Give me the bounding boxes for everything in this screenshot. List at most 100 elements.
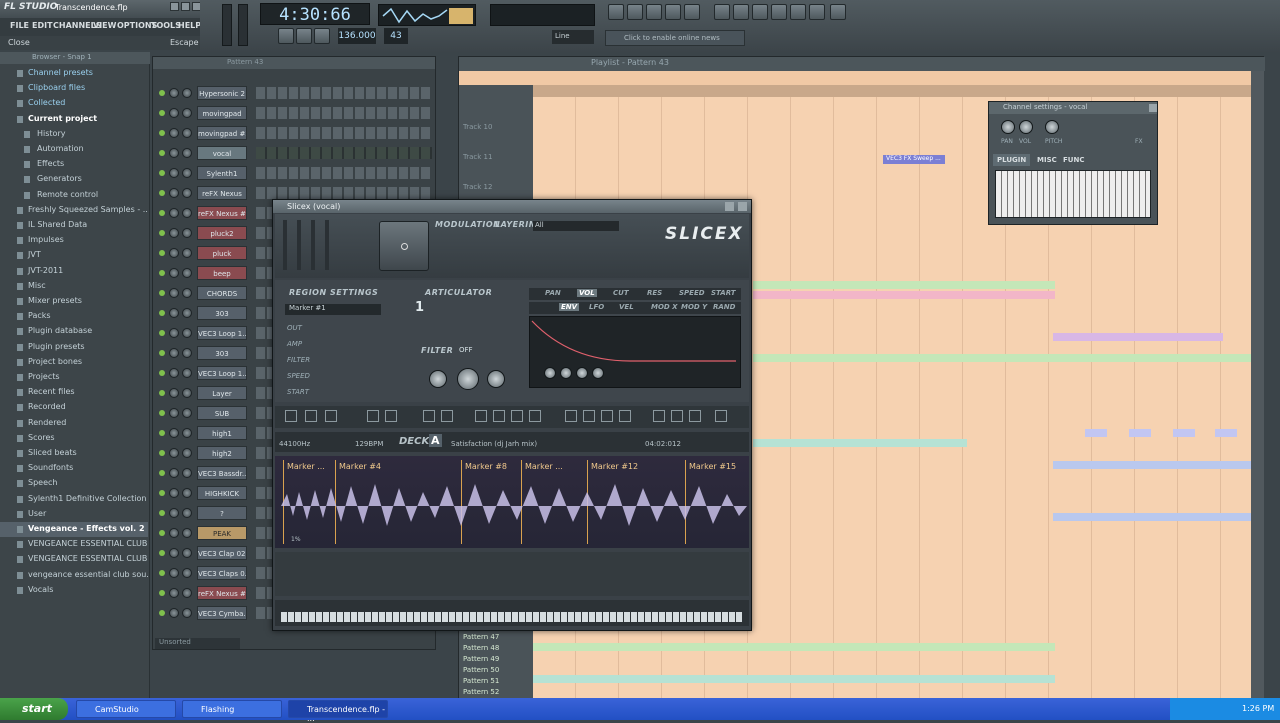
channel-volume-knob[interactable] [182,168,192,178]
browser-item[interactable]: History [0,127,148,142]
deck-selector[interactable]: A [429,434,442,447]
normalize-icon[interactable] [653,410,665,422]
menu-icon[interactable] [367,410,379,422]
channel-volume-knob[interactable] [182,408,192,418]
help-icon[interactable] [830,4,846,20]
channel-pan-knob[interactable] [169,168,179,178]
filter-state[interactable]: OFF [459,346,473,354]
taskbar-item-fl-studio[interactable]: Transcendence.flp - ... [288,700,388,723]
channel-button[interactable]: PEAK [197,526,247,540]
menu-edit[interactable]: EDIT [32,21,53,30]
master-volume-slider[interactable] [222,4,232,46]
channel-button[interactable]: Layer [197,386,247,400]
playlist-clip[interactable] [753,281,1055,289]
menu-file[interactable]: FILE [10,21,29,30]
channel-pan-knob[interactable] [169,328,179,338]
channel-button[interactable]: beep [197,266,247,280]
channel-button[interactable]: movingpad [197,106,247,120]
channel-mute-led[interactable] [159,390,165,396]
channel-button[interactable]: CHORDS [197,286,247,300]
mixer-view-button[interactable] [684,4,700,20]
playlist-clip[interactable]: VEC3 FX Sweep ... [883,155,945,164]
browser-item[interactable]: Speech [0,476,148,491]
refresh-icon[interactable] [714,4,730,20]
pan-knob[interactable] [1001,120,1015,134]
channel-volume-knob[interactable] [182,308,192,318]
browser-item[interactable]: JVT [0,248,148,263]
layering-select[interactable]: All [533,221,619,231]
channel-volume-knob[interactable] [182,188,192,198]
browser-item[interactable]: Vocals [0,583,148,598]
channel-mute-led[interactable] [159,90,165,96]
channel-button[interactable]: VEC3 Claps 0... [197,566,247,580]
slicex-keyboard[interactable] [275,600,749,626]
export-icon[interactable] [715,410,727,422]
text-icon[interactable] [583,410,595,422]
channel-mute-led[interactable] [159,210,165,216]
waveform-editor[interactable]: Marker ... Marker #4 Marker #8 Marker ..… [275,456,749,548]
minimize-icon[interactable] [725,202,734,211]
playlist-clip[interactable] [1129,429,1151,437]
channel-button[interactable]: VEC3 Bassdr... [197,466,247,480]
channel-pan-knob[interactable] [169,388,179,398]
tab-speed[interactable]: SPEED [679,289,705,297]
browser-item[interactable]: VENGEANCE ESSENTIAL CLUB... [0,552,148,567]
channel-volume-knob[interactable] [182,208,192,218]
step-buttons[interactable] [256,127,432,139]
playlist-clip[interactable] [1173,429,1195,437]
tab-lfo[interactable]: LFO [589,303,604,311]
channel-button[interactable]: 303 [197,306,247,320]
articulator-number[interactable]: 1 [415,300,424,315]
track-label[interactable]: Track 12 [463,183,492,191]
channel-button[interactable]: SUB [197,406,247,420]
step-buttons[interactable] [256,107,432,119]
plugin-icon[interactable] [790,4,806,20]
marker-label[interactable]: Marker ... [287,462,325,471]
wave-icon[interactable] [689,410,701,422]
channel-filter-select[interactable]: Unsorted [155,638,240,649]
marker-label[interactable]: Marker #12 [591,462,638,471]
pattern-number[interactable]: 43 [384,28,408,44]
mini-piano-keyboard[interactable] [995,170,1151,218]
channel-volume-knob[interactable] [182,368,192,378]
browser-item[interactable]: Sliced beats [0,446,148,461]
browser-item[interactable]: Freshly Squeezed Samples - ... [0,203,148,218]
channel-button[interactable]: pluck2 [197,226,247,240]
browser-item[interactable]: Soundfonts [0,461,148,476]
channel-mute-led[interactable] [159,290,165,296]
playlist-clip[interactable] [753,354,1251,362]
tab-env[interactable]: ENV [559,303,580,311]
browser-item[interactable]: Plugin presets [0,340,148,355]
browser-item[interactable]: Channel presets [0,66,148,81]
browser-item[interactable]: Project bones [0,355,148,370]
clock[interactable]: 1:26 PM [1242,704,1274,713]
tab-rand[interactable]: RAND [713,303,735,311]
browser-item[interactable]: Effects [0,157,148,172]
time-display[interactable]: 4:30:66 [260,3,370,25]
undo-icon[interactable] [565,410,577,422]
channel-pan-knob[interactable] [169,368,179,378]
sustain-knob[interactable] [576,367,588,379]
channel-volume-knob[interactable] [182,448,192,458]
start-button[interactable]: start [0,698,68,720]
channel-mute-led[interactable] [159,470,165,476]
channel-pan-knob[interactable] [169,408,179,418]
record-button[interactable] [314,28,330,44]
loop-icon[interactable] [285,410,297,422]
channel-mute-led[interactable] [159,150,165,156]
trigger-pads[interactable] [275,552,749,596]
step-sequencer-view-button[interactable] [627,4,643,20]
browser-view-button[interactable] [665,4,681,20]
channel-volume-knob[interactable] [182,488,192,498]
channel-button[interactable]: vocal [197,146,247,160]
channel-pan-knob[interactable] [169,348,179,358]
channel-volume-knob[interactable] [182,568,192,578]
channel-button[interactable]: VEC3 Clap 026 [197,546,247,560]
pattern-label[interactable]: Pattern 50 [463,666,499,674]
channel-mute-led[interactable] [159,370,165,376]
tab-plugin[interactable]: PLUGIN [993,154,1031,166]
channel-mute-led[interactable] [159,230,165,236]
channel-volume-knob[interactable] [182,228,192,238]
channel-pan-knob[interactable] [169,128,179,138]
track-label[interactable]: Track 11 [463,153,492,161]
